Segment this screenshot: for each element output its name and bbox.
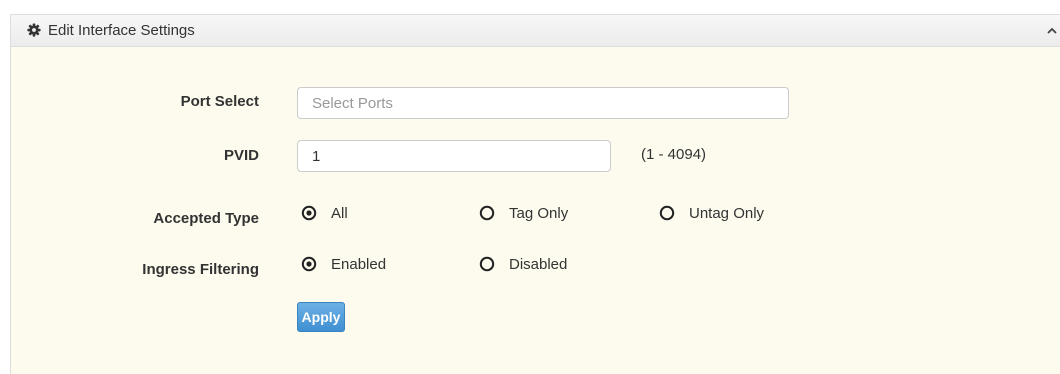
radio-checked-icon xyxy=(301,205,317,221)
accepted-type-tag-only-radio[interactable]: Tag Only xyxy=(479,203,568,223)
radio-unchecked-icon xyxy=(479,256,495,272)
radio-label: Enabled xyxy=(331,255,387,273)
panel-header: Edit Interface Settings xyxy=(11,15,1060,47)
pvid-label: PVID xyxy=(223,147,259,164)
ingress-filtering-disabled-radio[interactable]: Disabled xyxy=(479,254,567,274)
ingress-filtering-enabled-radio[interactable]: Enabled xyxy=(301,254,386,274)
pvid-input[interactable] xyxy=(297,140,611,172)
radio-label: Untag Only xyxy=(689,204,765,222)
radio-label: Disabled xyxy=(509,255,568,273)
radio-checked-icon xyxy=(301,256,317,272)
radio-label: Tag Only xyxy=(509,204,569,222)
chevron-up-icon[interactable] xyxy=(1046,25,1058,37)
ingress-filtering-label: Ingress Filtering xyxy=(142,261,259,278)
radio-unchecked-icon xyxy=(659,205,675,221)
radio-unchecked-icon xyxy=(479,205,495,221)
port-select-label: Port Select xyxy=(180,93,259,110)
apply-button[interactable]: Apply xyxy=(297,302,345,332)
panel-title: Edit Interface Settings xyxy=(48,22,195,39)
edit-interface-settings-panel: Edit Interface Settings Port Select PVID… xyxy=(10,14,1060,374)
pvid-range-hint: (1 - 4094) xyxy=(641,146,707,163)
accepted-type-all-radio[interactable]: All xyxy=(301,203,348,223)
accepted-type-label: Accepted Type xyxy=(153,210,259,227)
gear-icon xyxy=(27,23,41,37)
port-select-input[interactable] xyxy=(297,87,789,119)
radio-label: All xyxy=(331,204,348,222)
accepted-type-untag-only-radio[interactable]: Untag Only xyxy=(659,203,764,223)
